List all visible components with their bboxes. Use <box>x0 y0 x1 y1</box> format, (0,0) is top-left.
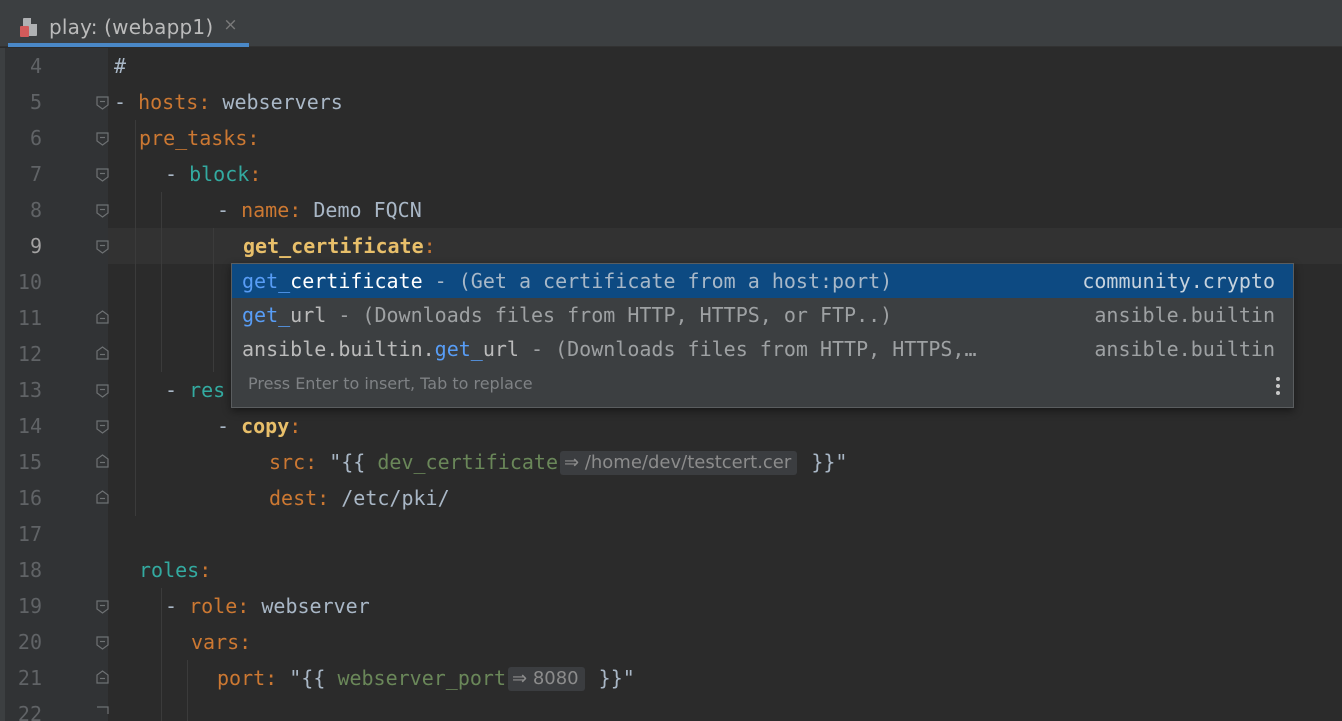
line-number: 8 <box>29 198 42 222</box>
line-number: 15 <box>17 450 42 474</box>
fold-icon[interactable] <box>96 168 109 182</box>
line-number: 18 <box>17 558 42 582</box>
code-line-20: vars: <box>191 630 252 654</box>
code-line-18: roles: <box>139 558 212 582</box>
line-number: 21 <box>17 666 42 690</box>
completion-item[interactable]: ansible.builtin.get_url - (Downloads fil… <box>232 332 1293 366</box>
tab-title: play: (webapp1) <box>49 14 214 39</box>
indent-guide <box>187 660 188 721</box>
fold-end-icon[interactable] <box>96 346 109 360</box>
line-number: 22 <box>17 702 42 721</box>
completion-source: ansible.builtin <box>1094 303 1275 327</box>
yaml-file-icon <box>20 16 40 38</box>
code-line-6: pre_tasks: <box>139 126 260 150</box>
line-number: 7 <box>29 162 42 186</box>
fold-icon[interactable] <box>96 706 109 714</box>
line-number: 5 <box>29 90 42 114</box>
code-line-19: - role: webserver <box>165 594 370 618</box>
inlay-hint: ⇒ /home/dev/testcert.cer <box>560 451 798 475</box>
inlay-hint: ⇒ 8080 <box>508 667 585 691</box>
line-number-current: 9 <box>29 234 42 258</box>
fold-end-icon[interactable] <box>96 490 109 504</box>
code-line-15: src: "{{ dev_certificate ⇒ /home/dev/test… <box>269 450 848 475</box>
indent-guide <box>213 228 214 372</box>
completion-source: ansible.builtin <box>1094 337 1275 361</box>
editor-tab-bar: play: (webapp1) × <box>0 0 1342 47</box>
line-number: 14 <box>17 414 42 438</box>
fold-icon[interactable] <box>96 132 109 146</box>
fold-icon[interactable] <box>96 96 109 110</box>
line-number: 17 <box>17 522 42 546</box>
line-number: 10 <box>17 270 42 294</box>
code-line-8: - name: Demo FQCN <box>217 198 422 222</box>
line-number: 12 <box>17 342 42 366</box>
line-number: 20 <box>17 630 42 654</box>
fold-end-icon[interactable] <box>96 670 109 684</box>
completion-item[interactable]: get_certificate - (Get a certificate fro… <box>232 264 1293 298</box>
fold-icon[interactable] <box>96 204 109 218</box>
code-line-4: # <box>114 54 127 78</box>
fold-icon[interactable] <box>96 600 109 614</box>
line-number: 4 <box>29 54 42 78</box>
line-number: 11 <box>17 306 42 330</box>
completion-item[interactable]: get_url - (Downloads files from HTTP, HT… <box>232 298 1293 332</box>
line-number: 16 <box>17 486 42 510</box>
indent-guide <box>135 120 136 516</box>
line-number: 6 <box>29 126 42 150</box>
line-number: 19 <box>17 594 42 618</box>
indent-guide <box>161 192 162 372</box>
code-completion-popup: get_certificate - (Get a certificate fro… <box>231 263 1294 408</box>
fold-icon[interactable] <box>96 636 109 650</box>
fold-end-icon[interactable] <box>96 310 109 324</box>
tab-play-webapp1[interactable]: play: (webapp1) × <box>8 10 249 47</box>
code-line-7: - block: <box>165 162 262 186</box>
indent-guide <box>161 588 162 721</box>
close-icon[interactable]: × <box>223 15 237 35</box>
code-line-14: - copy: <box>217 414 302 438</box>
fold-icon[interactable] <box>96 384 109 398</box>
code-line-9: get_certificate: <box>243 234 436 258</box>
code-line-13: - res <box>165 378 226 402</box>
fold-end-icon[interactable] <box>96 454 109 468</box>
completion-source: community.crypto <box>1082 269 1275 293</box>
completion-hint: Press Enter to insert, Tab to replace <box>248 374 533 393</box>
fold-icon[interactable] <box>96 420 109 434</box>
code-line-5: - hosts: webservers <box>114 90 343 114</box>
fold-icon[interactable] <box>96 240 109 254</box>
code-line-21: port: "{{ webserver_port ⇒ 8080 }}" <box>217 666 635 691</box>
line-number: 13 <box>17 378 42 402</box>
more-options-icon[interactable] <box>1276 377 1281 395</box>
code-line-16: dest: /etc/pki/ <box>269 486 450 510</box>
